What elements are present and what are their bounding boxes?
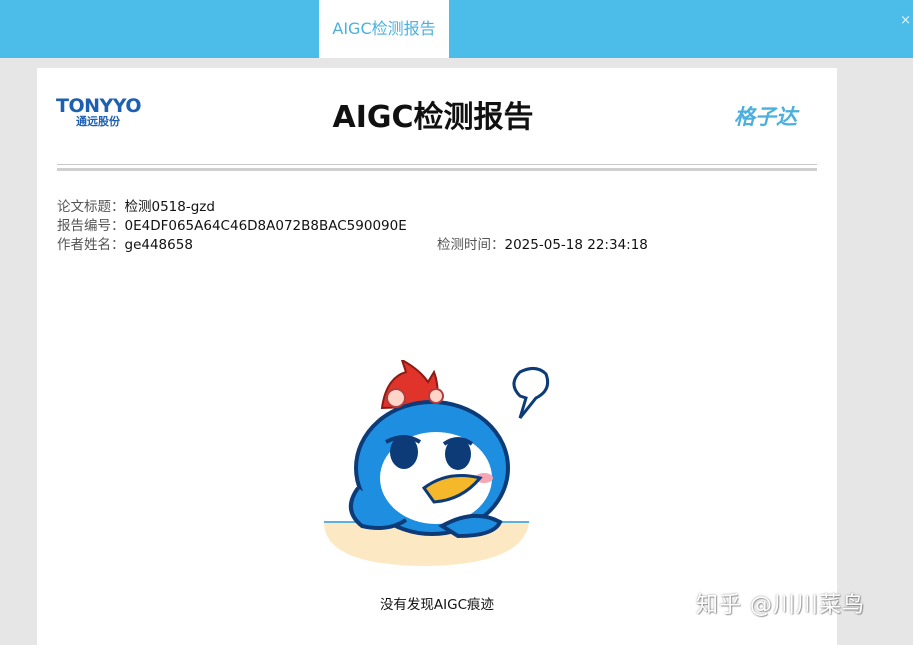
paper-title-label: 论文标题： — [57, 199, 125, 215]
report-number-value: 0E4DF065A64C46D8A072B8BAC590090E — [124, 218, 407, 234]
header-divider — [57, 164, 817, 165]
check-time-value: 2025-05-18 22:34:18 — [504, 237, 648, 253]
author-label: 作者姓名： — [57, 237, 125, 253]
zhihu-watermark: 知乎 @川川菜鸟 — [696, 593, 865, 618]
report-title: AIGC检测报告 — [332, 100, 534, 135]
penguin-mascot-illustration — [324, 360, 550, 566]
paper-title-row: 论文标题：检测0518-gzd — [57, 198, 215, 216]
tab-aigc-report[interactable]: AIGC检测报告 — [319, 0, 449, 58]
author-value: ge448658 — [124, 237, 193, 253]
report-paper: TONYYO 通远股份 AIGC检测报告 格子达 论文标题：检测0518-gzd… — [37, 68, 837, 645]
gezida-logo: 格子达 — [734, 105, 797, 129]
check-time-row: 检测时间：2025-05-18 22:34:18 — [437, 236, 648, 254]
report-number-row: 报告编号：0E4DF065A64C46D8A072B8BAC590090E — [57, 217, 407, 235]
header-divider-thick — [57, 168, 817, 171]
report-number-label: 报告编号： — [57, 218, 125, 234]
paper-title-value: 检测0518-gzd — [124, 199, 215, 215]
check-time-label: 检测时间： — [437, 237, 505, 253]
top-bar: AIGC检测报告 × — [0, 0, 913, 58]
author-row: 作者姓名：ge448658 — [57, 236, 193, 254]
close-icon[interactable]: × — [900, 14, 911, 28]
